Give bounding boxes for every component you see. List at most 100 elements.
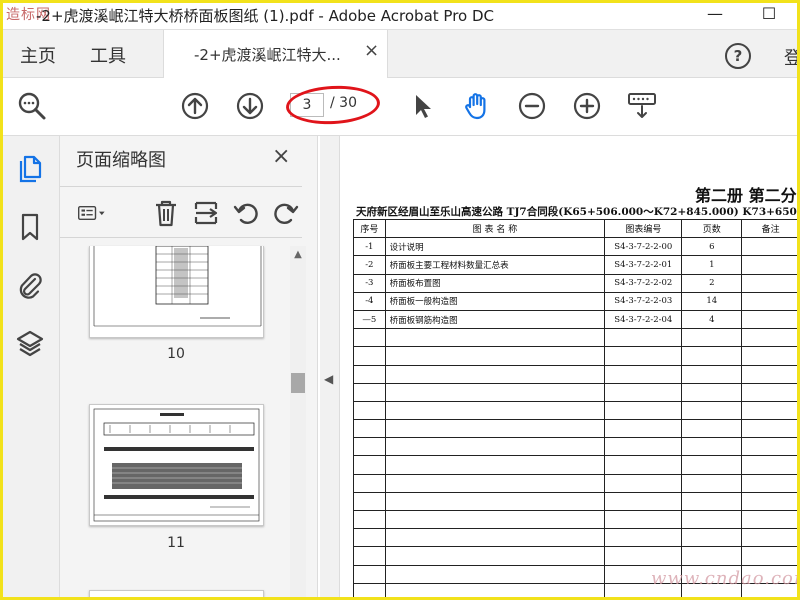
help-button[interactable]: ? [725,43,751,69]
table-row-empty [353,473,800,493]
sign-in-link[interactable]: 登 [784,44,800,70]
extract-icon[interactable] [192,199,220,227]
page-thumbnails-icon[interactable] [16,154,44,184]
table-cell [741,309,800,330]
table-cell [741,291,800,311]
column-header: 页数 [681,218,743,239]
attachments-icon[interactable] [16,270,44,300]
table-cell: 桥面板主要工程材料数量汇总表 [384,255,606,275]
table-cell [353,364,386,384]
table-cell [604,455,683,475]
thumbnail-page-11[interactable] [89,404,264,526]
table-cell [353,509,386,530]
table-row: -4 桥面板一般构造图 S4-3-7-2-2-03 14 [353,291,800,311]
table-cell: S4-3-7-2-2-03 [604,291,683,311]
table-cell: 桥面板一般构造图 [384,291,606,311]
table-cell [384,328,606,348]
table-cell: S4-3-7-2-2-04 [604,309,683,330]
scroll-up-arrow[interactable]: ▲ [290,246,306,264]
table-cell: 设计说明 [384,237,606,257]
drawing-index-table: 序号 图 表 名 称 图表编号 页数 备注 -1 设计说明 S4-3-7-2-2-0… [353,218,800,600]
close-tab-button[interactable]: × [364,40,379,61]
table-cell [353,328,386,348]
document-view[interactable]: 第二册 第二分 天府新区经眉山至乐山高速公路 TJ7合同段(K65+506.00… [340,136,800,600]
document-heading: 第二册 第二分 [695,186,797,205]
scrollbar-thumb[interactable] [291,373,305,393]
table-cell [384,546,606,566]
table-cell [681,528,743,548]
table-cell [681,364,743,384]
table-cell [384,509,606,530]
keyboard-tool-icon[interactable] [626,90,658,122]
table-cell [681,328,743,348]
table-cell [353,564,386,584]
table-row-empty [353,382,800,402]
table-cell: S4-3-7-2-2-02 [604,273,683,293]
table-cell [741,382,800,402]
table-row-empty [353,364,800,384]
table-cell: 桥面板布置图 [384,273,606,293]
table-cell [353,546,386,566]
zoom-in-icon[interactable] [571,90,603,122]
tab-home[interactable]: 主页 [20,42,56,68]
layers-icon[interactable] [16,328,44,358]
table-cell [604,546,683,566]
bookmarks-icon[interactable] [16,212,44,242]
collapse-pane-strip[interactable]: ◀ [320,136,340,600]
table-cell [353,382,386,402]
table-cell [384,473,606,493]
table-cell [741,473,800,493]
zoom-search-icon[interactable] [16,90,48,122]
close-pane-button[interactable]: × [272,144,290,169]
table-row: -3 桥面板布置图 S4-3-7-2-2-02 2 [353,273,800,293]
tab-tools[interactable]: 工具 [90,42,126,68]
table-row: -1 设计说明 S4-3-7-2-2-00 6 [353,237,800,257]
zoom-out-icon[interactable] [516,90,548,122]
table-cell [741,273,800,293]
left-navigation-rail [0,136,60,600]
page-down-icon[interactable] [234,90,266,122]
table-cell [604,346,683,366]
table-cell: 14 [681,291,743,311]
table-cell [604,528,683,548]
thumbnail-page-10[interactable] [89,245,264,338]
page-up-icon[interactable] [179,90,211,122]
rotate-ccw-icon[interactable] [232,199,260,227]
table-cell: —5 [353,309,386,330]
table-cell [384,455,606,475]
table-cell [353,419,386,439]
thumbnail-options-icon[interactable] [78,199,106,227]
table-cell [681,455,743,475]
table-cell [681,382,743,402]
document-tab-label: -2+虎渡溪岷江特大... [194,46,341,64]
table-cell [353,528,386,548]
collapse-arrow-icon[interactable]: ◀ [324,372,333,386]
select-arrow-icon[interactable] [406,90,438,122]
thumbnails-scrollbar[interactable]: ▲ [290,246,306,600]
title-bar: 造标网 -2+虎渡溪岷江特大桥桥面板图纸 (1).pdf - Adobe Acr… [0,0,800,30]
thumbnails-pane: 页面缩略图 × [60,136,318,600]
table-cell [741,237,800,257]
table-cell [384,346,606,366]
table-cell: -1 [353,237,386,257]
table-cell [741,400,800,421]
maximize-button[interactable]: ☐ [757,3,781,25]
hand-tool-icon[interactable] [461,90,493,122]
rotate-cw-icon[interactable] [272,199,300,227]
table-row-empty [353,346,800,366]
thumbnail-page-11-preview [93,408,260,522]
minimize-button[interactable]: — [703,3,727,25]
table-cell [604,328,683,348]
tab-document[interactable]: -2+虎渡溪岷江特大... × [163,30,388,78]
table-cell [681,491,743,512]
table-cell: -4 [353,291,386,311]
pane-toolbar [60,186,302,238]
thumbnail-page-10-preview [93,245,262,327]
table-row-empty [353,546,800,566]
table-cell [604,400,683,421]
table-cell [353,346,386,366]
table-cell [604,437,683,457]
table-cell [604,491,683,512]
delete-icon[interactable] [152,199,180,227]
thumbnail-page-12[interactable] [89,590,264,600]
